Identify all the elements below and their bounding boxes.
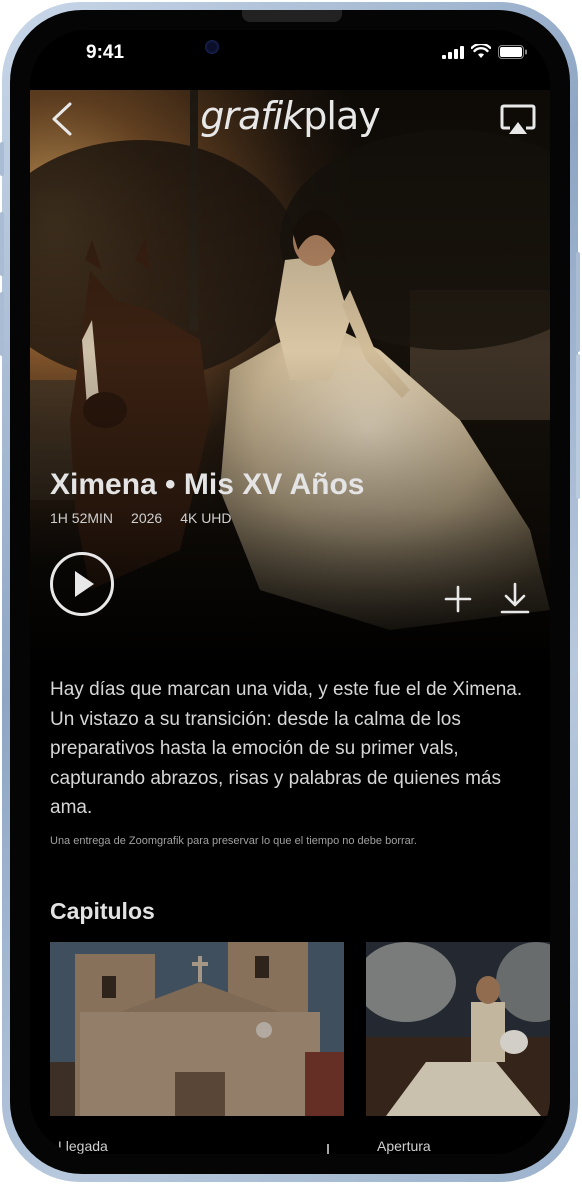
volume-up-button: [0, 212, 4, 276]
top-nav: grafikplay: [30, 88, 550, 148]
power-button: [576, 252, 580, 352]
airplay-button[interactable]: [500, 104, 536, 136]
chapters-heading: Capitulos: [50, 898, 155, 924]
chapter-label-llegada: Llegada: [58, 1138, 108, 1154]
movie-year: 2026: [131, 510, 163, 526]
add-to-list-button[interactable]: [444, 585, 472, 613]
volume-down-button: [0, 292, 4, 356]
plus-icon: [444, 585, 472, 613]
movie-title: Ximena • Mis XV Años: [50, 468, 365, 501]
logo-grafik: grafik: [200, 94, 304, 138]
status-time: 9:41: [86, 42, 125, 63]
front-camera: [205, 40, 219, 54]
movie-duration: 1H 52MIN: [50, 510, 114, 526]
status-bar: 9:41: [30, 30, 550, 80]
speaker-grille: [242, 10, 342, 22]
scroll-indicator: [320, 1142, 336, 1154]
download-button[interactable]: [500, 582, 530, 614]
mute-switch: [0, 142, 4, 176]
chapter-label-apertura: Apertura: [377, 1138, 431, 1154]
movie-quality: 4K UHD: [180, 510, 232, 526]
chapter-card-apertura[interactable]: [366, 942, 550, 1116]
signal-icon: [442, 45, 464, 59]
phone-frame: 9:41 grafikplay Ximena • Mis XV Años 1H …: [0, 2, 580, 1182]
wifi-icon: [471, 44, 491, 58]
chapter-card-llegada[interactable]: [50, 942, 344, 1116]
app-logo: grafikplay: [30, 94, 550, 138]
status-icons: [442, 44, 528, 59]
movie-credit: Una entrega de Zoomgrafik para preservar…: [50, 835, 417, 847]
screen: 9:41 grafikplay Ximena • Mis XV Años 1H …: [30, 30, 550, 1154]
airplay-icon: [500, 104, 536, 134]
play-icon: [75, 571, 94, 597]
movie-description: Hay días que marcan una vida, y este fue…: [50, 679, 523, 818]
battery-icon: [498, 44, 527, 59]
download-icon: [500, 582, 530, 614]
chapter-thumbnail-llegada: [50, 942, 344, 1116]
logo-play: play: [303, 94, 380, 138]
side-highlight: [576, 354, 580, 499]
play-button[interactable]: [50, 552, 114, 616]
movie-meta: 1H 52MIN 2026 4K UHD: [50, 510, 232, 526]
chapter-thumbnail-apertura: [366, 942, 550, 1116]
